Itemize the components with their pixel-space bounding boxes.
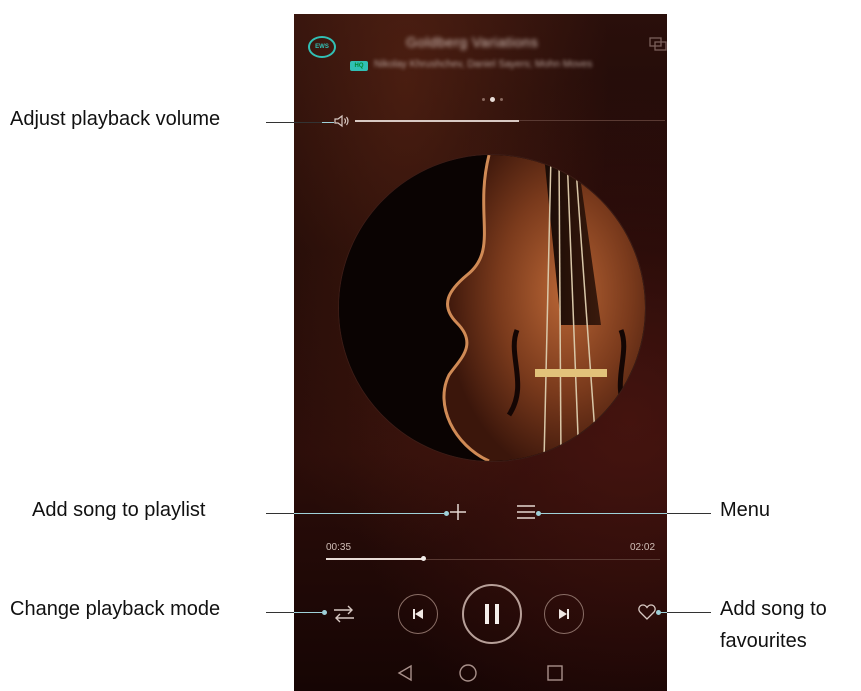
volume-slider-fill[interactable] xyxy=(355,120,519,122)
total-duration: 02:02 xyxy=(630,542,656,553)
album-art xyxy=(338,154,646,462)
elapsed-time: 00:35 xyxy=(326,542,352,553)
callout-add-playlist: Add song to playlist xyxy=(32,499,206,521)
leader-line-menu xyxy=(667,513,711,514)
shuffle-icon[interactable] xyxy=(332,604,356,624)
screen-cast-icon[interactable] xyxy=(649,37,667,51)
page-indicator xyxy=(482,97,503,102)
progress-thumb[interactable] xyxy=(421,556,426,561)
callout-mode: Change playback mode xyxy=(10,598,221,620)
hq-badge: HQ xyxy=(350,61,368,71)
menu-lines-icon[interactable] xyxy=(516,504,536,520)
leader-line-menu-inner xyxy=(540,513,667,514)
page-dot xyxy=(500,98,503,101)
leader-line-volume-inner xyxy=(322,122,334,123)
leader-line-fav xyxy=(667,612,711,613)
plus-icon[interactable] xyxy=(448,502,468,522)
pause-icon xyxy=(485,604,499,624)
next-track-icon xyxy=(559,609,569,619)
page-dot xyxy=(482,98,485,101)
play-pause-button[interactable] xyxy=(462,584,522,644)
speaker-icon[interactable] xyxy=(334,114,352,128)
callout-favourites-line2: favourites xyxy=(720,630,807,652)
recents-square-icon[interactable] xyxy=(546,664,564,682)
ews-badge-icon[interactable]: EWS xyxy=(308,36,336,58)
leader-line-fav-inner xyxy=(660,612,667,613)
leader-dot-mode xyxy=(322,610,327,615)
next-button[interactable] xyxy=(544,594,584,634)
music-player-screen: EWS Goldberg Variations HQ Nikolay Khrus… xyxy=(294,14,667,691)
leader-line-add-inner xyxy=(294,513,444,514)
system-navbar xyxy=(294,654,667,691)
song-title: Goldberg Variations xyxy=(406,34,539,50)
callout-volume: Adjust playback volume xyxy=(10,108,221,130)
progress-fill xyxy=(326,558,423,560)
heart-icon[interactable] xyxy=(638,604,656,620)
page-dot-active xyxy=(490,97,495,102)
leader-line-mode xyxy=(266,612,294,613)
leader-line-mode-inner xyxy=(294,612,322,613)
back-triangle-icon[interactable] xyxy=(396,664,414,682)
leader-dot-menu xyxy=(536,511,541,516)
leader-line-volume xyxy=(266,122,322,123)
previous-track-icon xyxy=(413,609,423,619)
callout-favourites-line1: Add song to xyxy=(720,598,827,620)
previous-button[interactable] xyxy=(398,594,438,634)
song-artist: Nikolay Khrushchev, Daniel Sayers; Mohn … xyxy=(374,59,593,70)
leader-line-add xyxy=(266,513,294,514)
leader-dot-add xyxy=(444,511,449,516)
leader-dot-fav xyxy=(656,610,661,615)
home-circle-icon[interactable] xyxy=(458,663,478,683)
callout-menu: Menu xyxy=(720,499,771,521)
